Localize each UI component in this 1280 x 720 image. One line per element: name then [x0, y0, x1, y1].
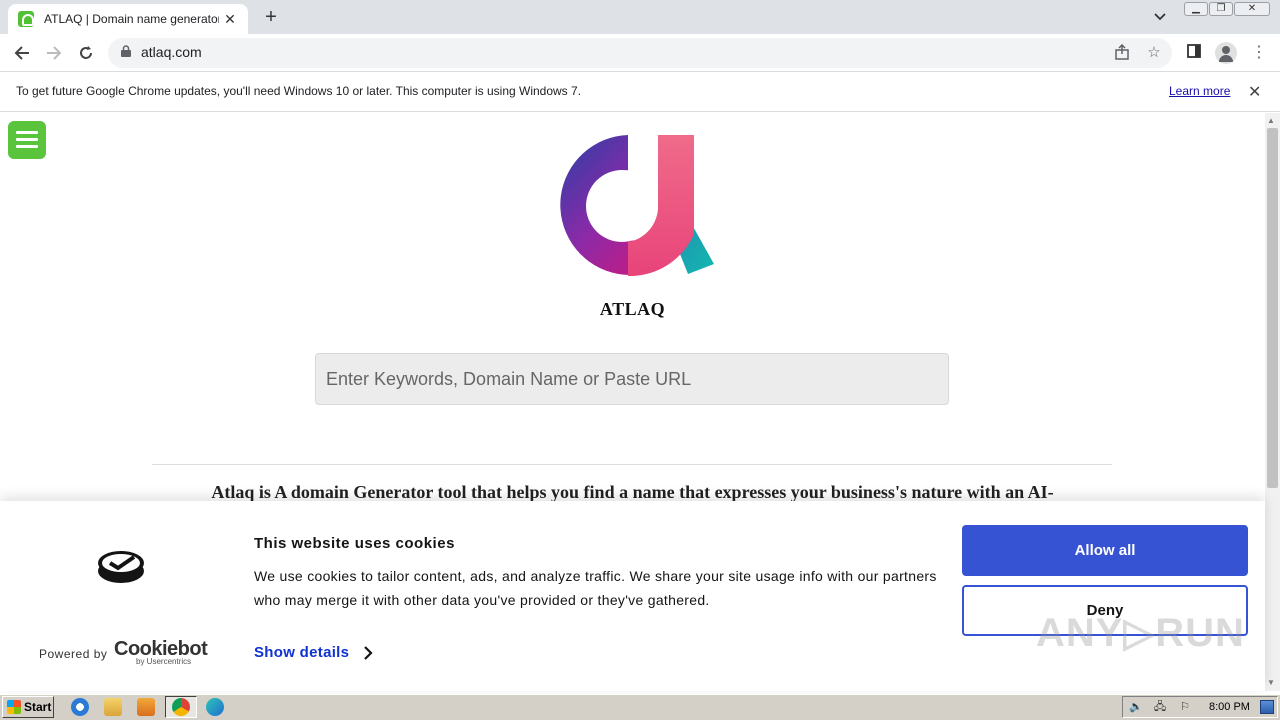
section-divider [152, 464, 1112, 465]
file-explorer-icon[interactable] [104, 698, 122, 716]
chrome-icon[interactable] [172, 698, 190, 716]
new-tab-button[interactable]: + [259, 5, 283, 29]
anyrun-watermark: ANY▷RUN [1036, 611, 1245, 655]
share-icon[interactable] [1112, 43, 1132, 62]
minimize-window-button[interactable]: ▁ [1184, 2, 1208, 16]
start-label: Start [24, 700, 52, 714]
learn-more-link[interactable]: Learn more [1169, 84, 1230, 98]
tab-title: ATLAQ | Domain name generator - F [44, 12, 219, 26]
site-name-heading: ATLAQ [599, 299, 666, 319]
system-tray [1122, 696, 1278, 718]
atlaq-logo [560, 135, 714, 277]
profile-avatar-icon[interactable] [1215, 42, 1237, 64]
restore-window-button[interactable]: ❐ [1209, 2, 1233, 16]
show-details-link[interactable]: Show details [254, 644, 349, 661]
volume-icon[interactable]: 🔈 [1129, 700, 1143, 714]
taskbar-clock[interactable]: 8:00 PM [1209, 701, 1250, 713]
allow-all-button[interactable]: Allow all [962, 525, 1248, 576]
edge-icon[interactable] [206, 698, 224, 716]
review-widget-icon[interactable] [8, 121, 46, 159]
windows-flag-icon [7, 700, 21, 714]
usercentrics-label: by Usercentrics [136, 657, 192, 666]
tagline-text: Atlaq is A domain Generator tool that he… [211, 482, 1054, 502]
address-bar[interactable] [108, 38, 1172, 68]
scroll-up-arrow-icon[interactable]: ▲ [1267, 116, 1275, 125]
scroll-down-arrow-icon[interactable]: ▼ [1267, 678, 1275, 687]
media-player-icon[interactable] [137, 698, 155, 716]
start-button[interactable]: Start [2, 696, 54, 718]
back-arrow-icon[interactable] [9, 41, 35, 65]
tab-search-chevron-icon[interactable] [1150, 7, 1170, 27]
reload-icon[interactable] [73, 41, 99, 65]
show-desktop-icon[interactable] [1260, 700, 1274, 714]
lock-icon[interactable] [121, 45, 131, 57]
cookie-banner-title: This website uses cookies [254, 535, 455, 552]
infobar-message: To get future Google Chrome updates, you… [16, 84, 582, 98]
scrollbar-thumb[interactable] [1267, 128, 1278, 488]
bookmark-star-icon[interactable]: ☆ [1144, 44, 1164, 62]
action-center-flag-icon[interactable]: ⚐ [1178, 700, 1192, 714]
url-text[interactable]: atlaq.com [141, 44, 202, 60]
tab-close-icon[interactable]: ✕ [222, 11, 238, 28]
browser-tab[interactable]: ATLAQ | Domain name generator - F ✕ [8, 4, 248, 34]
side-panel-icon[interactable] [1184, 44, 1204, 62]
internet-explorer-icon[interactable] [71, 698, 89, 716]
forward-arrow-icon[interactable] [41, 41, 67, 65]
site-favicon-icon [18, 11, 34, 27]
menu-kebab-icon[interactable]: ⋮ [1249, 44, 1269, 62]
cookie-logo-icon [98, 551, 144, 583]
domain-search-input[interactable] [315, 353, 949, 405]
network-icon[interactable]: 🖧 [1153, 700, 1167, 714]
infobar-close-icon[interactable]: ✕ [1248, 82, 1261, 102]
close-window-button[interactable]: ✕ [1234, 2, 1270, 16]
chevron-right-icon[interactable] [362, 644, 374, 662]
cookie-banner-description: We use cookies to tailor content, ads, a… [254, 568, 937, 608]
powered-by-label: Powered by [39, 647, 108, 661]
